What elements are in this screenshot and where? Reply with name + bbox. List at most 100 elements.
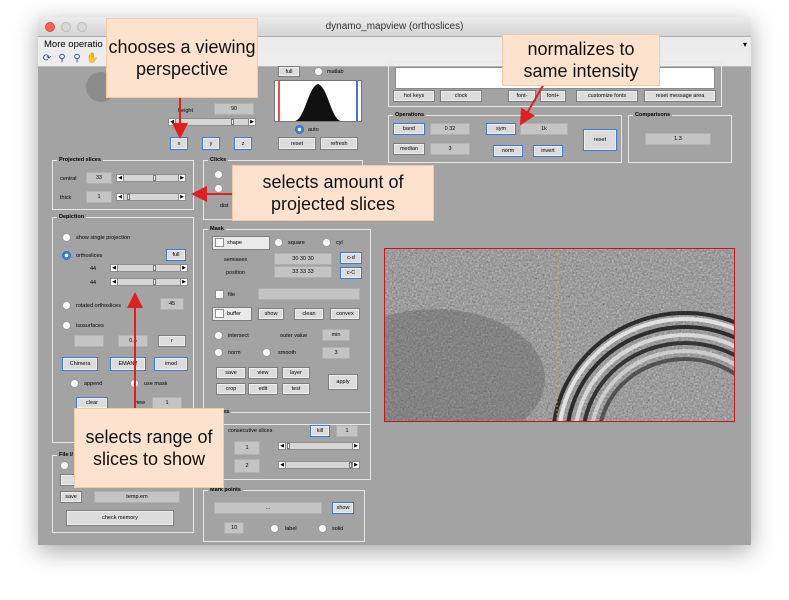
range-start-slider[interactable]: ◀ ▶ (110, 264, 188, 272)
edit-button[interactable]: edit (248, 383, 278, 395)
zoom-in-icon[interactable]: ⚲ (56, 53, 68, 65)
outer-value-field[interactable]: min (322, 329, 350, 341)
view-x-button[interactable]: x (170, 137, 188, 150)
matlab-radio[interactable] (314, 67, 323, 76)
test-button[interactable]: test (282, 383, 310, 395)
single-projection-radio[interactable] (62, 233, 71, 242)
mark-points-field[interactable]: ... (214, 502, 322, 514)
iso-empty-field[interactable] (74, 335, 104, 347)
append-radio[interactable] (70, 379, 79, 388)
slider-left-arrow[interactable]: ◀ (111, 279, 118, 285)
imod-button[interactable]: imod (154, 357, 188, 371)
check-memory-button[interactable]: check memory (66, 510, 174, 526)
band-field[interactable]: 0 32 (430, 123, 470, 135)
slider-left-arrow[interactable]: ◀ (279, 462, 286, 468)
orthoslice-image[interactable] (384, 248, 735, 422)
particle-slider-2[interactable]: ◀ ▶ (278, 461, 360, 469)
mask-save-button[interactable]: save (216, 367, 246, 379)
slider-left-arrow[interactable]: ◀ (169, 119, 176, 125)
maximize-button[interactable] (77, 22, 87, 32)
file-checkbox[interactable] (215, 290, 224, 299)
height-slider[interactable]: ◀ ▶ (168, 118, 256, 126)
auto-radio[interactable] (295, 125, 304, 134)
band-button[interactable]: band (393, 123, 425, 135)
mark-points-show-button[interactable]: show (332, 502, 354, 514)
cc-button[interactable]: c-C (340, 267, 362, 279)
menu-more-operations[interactable]: More operatio (44, 39, 103, 50)
font-plus-button[interactable]: font+ (540, 90, 566, 102)
range-end-slider[interactable]: ◀ ▶ (110, 278, 188, 286)
slider-right-arrow[interactable]: ▶ (178, 194, 185, 200)
position-field[interactable]: 33 33 33 (274, 266, 332, 278)
slider-thumb[interactable] (287, 443, 290, 449)
shape-checkbox[interactable] (215, 238, 224, 247)
mask-file-field[interactable] (258, 288, 360, 300)
rotated-orthoslices-radio[interactable] (62, 301, 71, 310)
slider-thumb[interactable] (127, 194, 130, 200)
mark-points-number-field[interactable]: 10 (224, 522, 244, 534)
minimize-button[interactable] (61, 22, 71, 32)
view-z-button[interactable]: z (234, 137, 252, 150)
buffer-clean-button[interactable]: clean (294, 308, 324, 320)
eman2-button[interactable]: EMAN2 (110, 357, 146, 371)
slider-left-arrow[interactable]: ◀ (111, 265, 118, 271)
pan-hand-icon[interactable]: ✋ (86, 53, 98, 65)
rotate-icon[interactable]: ⟳ (41, 53, 53, 65)
cd-button[interactable]: c-d (340, 252, 362, 264)
slider-thumb[interactable] (231, 119, 234, 125)
apply-button[interactable]: apply (328, 374, 358, 390)
mask-norm-radio[interactable] (214, 348, 223, 357)
rotation-field[interactable]: 45 (160, 298, 184, 310)
isosurfaces-radio[interactable] (62, 321, 71, 330)
cyl-radio[interactable] (322, 238, 331, 247)
label-radio[interactable] (270, 524, 279, 533)
customize-fonts-button[interactable]: customize fonts (576, 90, 638, 102)
use-mask-radio[interactable] (130, 379, 139, 388)
full-button[interactable]: full (278, 66, 300, 77)
smooth-radio[interactable] (262, 348, 271, 357)
particle-field-2[interactable]: 2 (234, 459, 260, 473)
slider-thumb[interactable] (153, 279, 156, 285)
histogram-refresh-button[interactable]: refresh (320, 137, 358, 150)
slider-right-arrow[interactable]: ▶ (178, 175, 185, 181)
buffer-checkbox[interactable] (215, 309, 224, 318)
thick-field[interactable]: 1 (86, 191, 112, 203)
iso-r-button[interactable]: r (158, 335, 186, 347)
clock-button[interactable]: clock (440, 90, 482, 102)
central-slider[interactable]: ◀ ▶ (116, 174, 186, 182)
sym-button[interactable]: sym (486, 123, 516, 135)
thick-slider[interactable]: ◀ ▶ (116, 193, 186, 201)
convex-button[interactable]: convex (330, 308, 360, 320)
orthoslices-radio[interactable] (62, 251, 71, 260)
comparisons-field[interactable]: 1.3 (645, 133, 711, 145)
norm-button[interactable]: norm (493, 145, 523, 157)
slider-right-arrow[interactable]: ▶ (180, 279, 187, 285)
invert-button[interactable]: invert (533, 145, 563, 157)
chevron-down-icon[interactable]: ▾ (743, 37, 747, 52)
kill-button[interactable]: kill (310, 425, 330, 437)
hot-keys-button[interactable]: hot keys (393, 90, 435, 102)
slider-left-arrow[interactable]: ◀ (117, 175, 124, 181)
slider-left-arrow[interactable]: ◀ (117, 194, 124, 200)
buffer-show-button[interactable]: show (258, 308, 284, 320)
iso-threshold-field[interactable]: 0.5 (118, 335, 148, 347)
sym-field[interactable]: 1k (520, 123, 568, 135)
median-field[interactable]: 3 (430, 143, 470, 155)
central-field[interactable]: 33 (86, 172, 112, 184)
slider-right-arrow[interactable]: ▶ (180, 265, 187, 271)
close-button[interactable] (45, 22, 55, 32)
semiaxes-field[interactable]: 30 30 30 (274, 253, 332, 265)
smooth-field[interactable]: 3 (322, 347, 350, 359)
mask-view-button[interactable]: view (248, 367, 278, 379)
height-field[interactable]: 90 (214, 103, 254, 115)
zoom-out-icon[interactable]: ⚲ (71, 53, 83, 65)
file-radio[interactable] (60, 461, 69, 470)
filename-field[interactable]: temp.em (94, 491, 180, 503)
square-radio[interactable] (274, 238, 283, 247)
solid-radio[interactable] (318, 524, 327, 533)
clicks-radio-2[interactable] (214, 184, 223, 193)
slider-thumb[interactable] (153, 265, 156, 271)
particle-slider-1[interactable]: ◀ ▶ (278, 442, 360, 450)
median-button[interactable]: median (393, 143, 425, 155)
font-minus-button[interactable]: font- (508, 90, 536, 102)
